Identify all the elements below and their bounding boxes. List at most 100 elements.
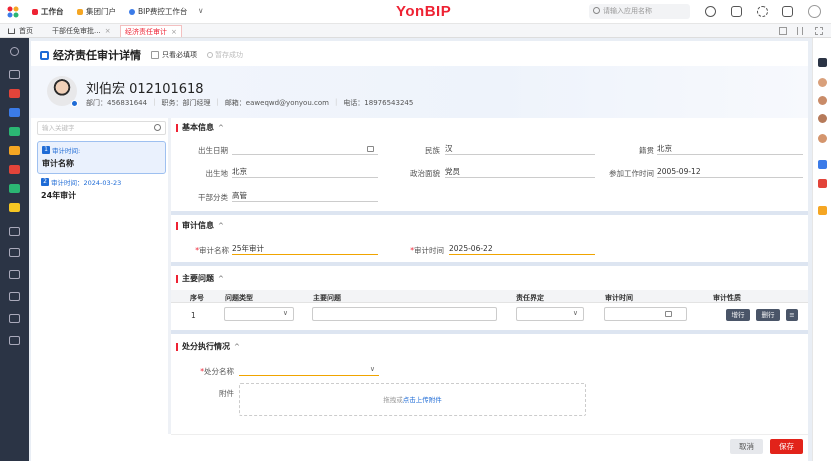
col-audit-time: 审计时间 [605,294,633,302]
cancel-button[interactable]: 取消 [730,439,763,454]
expand-icon[interactable] [815,27,823,35]
form-icon [40,50,49,60]
keyword-search-input[interactable]: 输入关键字 [37,121,166,135]
top-tab-bip-expense[interactable]: BIP费控工作台 [129,6,187,17]
download-icon[interactable] [9,165,20,174]
checkbox[interactable] [151,51,159,59]
archive-icon[interactable] [9,227,20,236]
main-issue-input[interactable] [312,307,497,321]
help-icon[interactable] [705,6,716,17]
delete-row-button[interactable]: 删行 [756,309,780,321]
only-required-toggle[interactable]: 只看必填项 [151,50,197,60]
bag-icon[interactable] [9,146,20,155]
calendar-icon[interactable] [782,6,793,17]
contact-avatar-icon[interactable] [818,114,827,123]
list-item[interactable]: 2 审计时间：2024-03-23 24年审计 [37,174,166,207]
notification-icon[interactable] [731,6,742,17]
brand-logo: YonBIP [396,3,452,20]
pin-icon[interactable] [797,27,803,35]
section-issues-header[interactable]: 主要问题 ^ [176,273,224,284]
row-index: 1 [191,311,196,320]
native-place-field[interactable]: 北京 [657,143,803,155]
folder-icon[interactable] [9,70,20,79]
section-basic-header[interactable]: 基本信息 ^ [176,122,224,133]
political-status-label: 政治面貌 [410,169,440,178]
app-search-input[interactable]: 请输入应用名称 [589,4,690,19]
email: 邮箱：eaweqwd@yonyou.com [224,99,329,107]
phone: 电话：18976543245 [343,99,414,107]
col-responsibility: 责任界定 [516,294,544,302]
work-start-field[interactable]: 2005-09-12 [657,166,803,178]
audit-time-field[interactable]: 2025-06-22 [449,243,595,255]
form-footer [171,434,808,461]
close-icon[interactable]: × [171,26,177,38]
section-penalty-header[interactable]: 处分执行情况 ^ [176,341,240,352]
close-icon[interactable]: × [105,25,111,37]
tab-home[interactable]: 首页 [8,25,33,37]
user-avatar-icon[interactable] [808,5,821,18]
department: 部门：456831644 [86,99,148,107]
right-rail [812,38,831,461]
tab-economic-audit[interactable]: 经济责任审计 × [120,25,182,37]
contact-avatar-icon[interactable] [818,134,827,143]
section-audit-header[interactable]: 审计信息 ^ [176,220,224,231]
page-title: 经济责任审计详情 只看必填项 暂存成功 [40,47,243,63]
stack-icon[interactable] [9,108,20,117]
birthplace-label: 出生地 [205,169,229,178]
cadre-category-label: 干部分类 [198,193,228,202]
contact-avatar-icon[interactable] [818,78,827,87]
app-yellow-icon[interactable] [818,206,827,215]
birthplace-field[interactable]: 北京 [232,166,378,178]
top-tab-group-portal[interactable]: 集团门户 [77,6,116,17]
grid-icon[interactable] [9,184,20,193]
col-index: 序号 [190,294,204,302]
app-red-icon[interactable] [818,179,827,188]
birth-date-field[interactable] [232,143,378,155]
list-item[interactable]: 1 审计时间: 审计名称 [37,141,166,174]
top-bar: 工作台 集团门户 BIP费控工作台 ∨ YonBIP 请输入应用名称 [0,0,831,24]
sync-icon[interactable] [757,6,768,17]
more-tabs-chevron-icon[interactable]: ∨ [198,6,204,15]
left-nav-rail [0,38,29,461]
left-list-divider [168,118,171,434]
collapse-caret-icon: ^ [218,123,224,132]
ethnicity-field[interactable]: 汉 [445,143,595,155]
upload-link[interactable]: 点击上传附件 [403,396,442,404]
cadre-category-field[interactable]: 高管 [232,190,378,202]
section-divider [171,330,808,334]
add-row-button[interactable]: 增行 [726,309,750,321]
doc-icon[interactable] [9,127,20,136]
app-blue-icon[interactable] [818,160,827,169]
note-icon[interactable] [9,203,20,212]
window-tab-bar: 首页 干部任免审批... × 经济责任审计 × [0,24,831,38]
collapse-caret-icon: ^ [218,221,224,230]
political-status-field[interactable]: 党员 [445,166,595,178]
audit-name-field[interactable]: 25年审计 [232,243,378,255]
save-button[interactable]: 保存 [770,439,803,454]
robot-icon[interactable] [818,58,827,67]
responsibility-select[interactable]: ∨ [516,307,584,321]
top-tab-workbench[interactable]: 工作台 [32,6,64,17]
verified-badge-icon [71,100,78,107]
app-grid-icon[interactable] [7,6,19,18]
work-start-label: 参加工作时间 [609,169,654,178]
chart-icon[interactable] [9,89,20,98]
penalty-name-label: *处分名称 [200,367,234,376]
calendar-icon[interactable] [9,292,20,301]
tab-cadre-approval[interactable]: 干部任免审批... × [52,25,111,37]
search-icon[interactable] [10,47,19,56]
report-icon[interactable] [9,270,20,279]
section-divider [171,262,808,266]
calendar-icon[interactable] [367,146,374,152]
attachment-label: 附件 [219,389,234,398]
list-menu-icon[interactable]: ≡ [786,309,798,321]
layout-icon[interactable] [779,27,787,35]
chat-icon[interactable] [9,336,20,345]
message-icon[interactable] [9,248,20,257]
audit-time-picker[interactable] [604,307,687,321]
attachment-upload-area[interactable]: 拖拽或点击上传附件 [239,383,586,416]
penalty-name-select[interactable]: ∨ [239,364,379,376]
issue-type-select[interactable]: ∨ [224,307,294,321]
contact-avatar-icon[interactable] [818,96,827,105]
card-icon[interactable] [9,314,20,323]
